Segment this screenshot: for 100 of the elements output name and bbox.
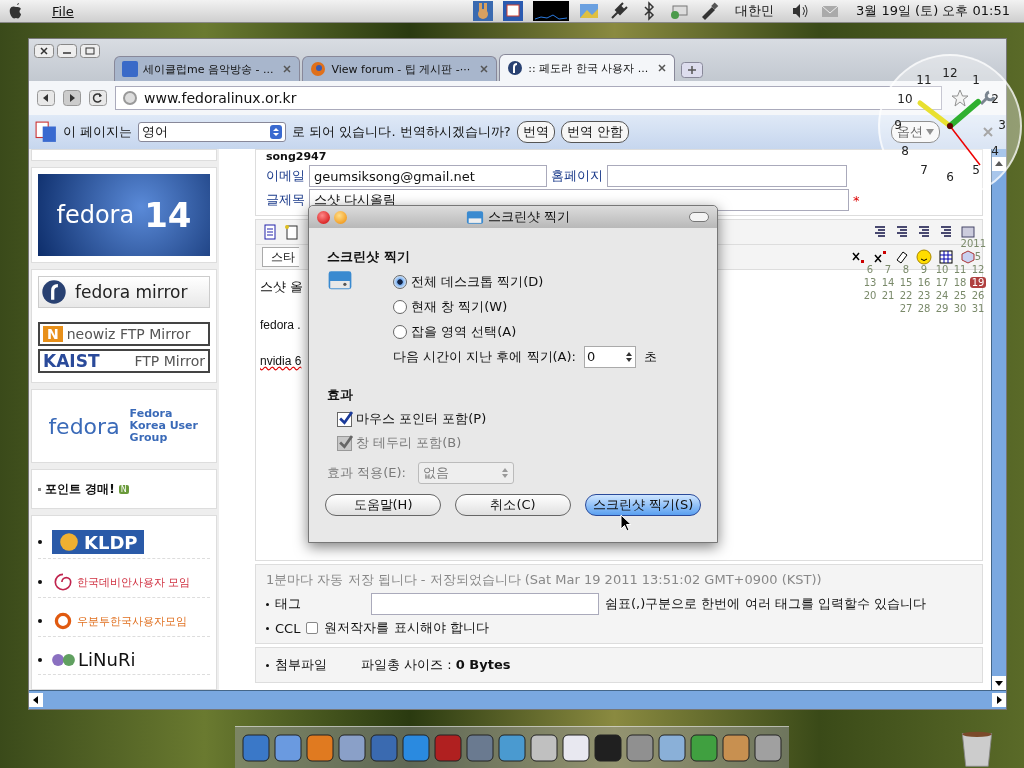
close-icon[interactable] <box>34 44 54 58</box>
bullet-icon <box>38 657 42 662</box>
calendar-day[interactable]: 30 <box>952 303 968 314</box>
calendar-day[interactable]: 19 <box>970 277 986 288</box>
wrench-icon[interactable] <box>978 88 998 108</box>
calendar-day[interactable]: 22 <box>898 290 914 301</box>
list-icon[interactable] <box>872 224 888 240</box>
dialog-button[interactable]: 도움말(H) <box>325 494 441 516</box>
maximize-icon[interactable] <box>80 44 100 58</box>
checkbox[interactable] <box>337 411 352 427</box>
language-select[interactable]: 영어 <box>138 122 287 142</box>
ccl-checkbox[interactable] <box>306 622 319 634</box>
calendar-day[interactable]: 12 <box>970 264 986 275</box>
favicon-icon <box>310 61 327 77</box>
calendar-day[interactable]: 7 <box>880 264 896 275</box>
calendar-day[interactable]: 6 <box>862 264 878 275</box>
notice-link[interactable]: 포인트 경매! <box>45 480 115 498</box>
smiley-icon[interactable] <box>916 249 932 265</box>
kldp-link[interactable]: KLDP <box>52 530 144 554</box>
window-icon[interactable] <box>503 1 524 21</box>
menubar-clock[interactable]: 3월 19일 (토) 오후 01:51 <box>856 2 1010 20</box>
plug-icon[interactable] <box>609 1 630 21</box>
list-icon[interactable] <box>916 224 932 240</box>
site-link[interactable]: 한국데비안사용자 모임 <box>52 571 191 593</box>
radio-option[interactable]: 잡을 영역 선택(A) <box>393 322 657 341</box>
apple-icon[interactable] <box>8 2 24 20</box>
editor-text: 스샷 올 <box>260 278 303 296</box>
radio-option[interactable]: 현재 창 찍기(W) <box>393 297 657 316</box>
cube-icon[interactable] <box>960 249 976 265</box>
translate-button[interactable]: 번역 안함 <box>560 121 629 143</box>
calendar-day[interactable]: 31 <box>970 303 986 314</box>
radio-option[interactable]: 전체 데스크톱 찍기(D) <box>393 272 657 291</box>
dialog-button[interactable]: 스크린샷 찍기(S) <box>585 494 701 516</box>
caret-icon <box>926 129 934 135</box>
calendar-day[interactable]: 8 <box>898 264 914 275</box>
window-icon[interactable] <box>960 224 976 240</box>
calendar-day[interactable]: 11 <box>952 264 968 275</box>
superscript-icon[interactable] <box>872 249 888 265</box>
calendar-day[interactable]: 17 <box>934 277 950 288</box>
mirror-link[interactable]: N neowiz FTP Mirror <box>38 322 210 346</box>
forward-button[interactable] <box>63 90 81 106</box>
calendar-day[interactable]: 9 <box>916 264 932 275</box>
calendar-day[interactable]: 20 <box>862 290 878 301</box>
scroll-left-button[interactable] <box>29 693 43 707</box>
calendar-day[interactable]: 5 <box>970 251 986 262</box>
calendar-day[interactable]: 29 <box>934 303 950 314</box>
site-link[interactable]: 우분투한국사용자모임 <box>52 610 187 632</box>
toolbar-toggle-button[interactable] <box>689 212 709 222</box>
stepper-arrows-icon <box>270 125 283 139</box>
calendar-day[interactable]: 21 <box>880 290 896 301</box>
calendar-day[interactable]: 28 <box>916 303 932 314</box>
eraser-icon[interactable] <box>894 249 910 265</box>
calendar-day[interactable]: 16 <box>916 277 932 288</box>
site-link[interactable]: LiNuRi <box>52 649 136 670</box>
list-icon[interactable] <box>894 224 910 240</box>
calendar-day[interactable]: 26 <box>970 290 986 301</box>
back-button[interactable] <box>37 90 55 106</box>
translate-button[interactable]: 번역 <box>516 121 555 143</box>
scroll-right-button[interactable] <box>992 693 1006 707</box>
calendar-day[interactable]: 10 <box>934 264 950 275</box>
tag-hint: 쉼표(,)구분으로 한번에 여러 태그를 입력할수 있습니다 <box>605 595 926 613</box>
browser-tab[interactable]: View forum - 팁 게시판 -··· <box>302 56 498 81</box>
input-method-label[interactable]: 대한민 <box>735 2 775 20</box>
new-page-icon[interactable] <box>284 224 300 240</box>
calendar-day[interactable]: 24 <box>934 290 950 301</box>
dialog-button[interactable]: 취소(C) <box>455 494 571 516</box>
fedora-banner[interactable]: fedora 14 <box>38 174 210 256</box>
style-select[interactable]: 스타 <box>262 247 299 267</box>
reload-button[interactable] <box>89 90 107 106</box>
tag-field[interactable] <box>371 593 599 615</box>
horizontal-scrollbar[interactable] <box>29 690 1006 709</box>
checkbox-option[interactable]: 마우스 포인터 포함(P) <box>337 410 487 428</box>
file-menu[interactable]: File <box>52 3 74 19</box>
scroll-down-button[interactable] <box>992 676 1006 690</box>
delay-spinner[interactable]: 0 <box>583 345 636 368</box>
calendar-day[interactable]: 15 <box>898 277 914 288</box>
calendar-day[interactable]: 18 <box>952 277 968 288</box>
close-icon[interactable] <box>657 63 668 73</box>
calendar-day[interactable]: 14 <box>880 277 896 288</box>
fedora-mirror-banner[interactable]: fedora mirror <box>38 276 210 308</box>
calendar-day[interactable]: 23 <box>916 290 932 301</box>
table-icon[interactable] <box>938 249 954 265</box>
calendar-year: 2011 <box>959 238 986 249</box>
file-size-text: 파일총 사이즈 : 0 Bytes <box>361 656 511 674</box>
calendar-day[interactable]: 13 <box>862 277 878 288</box>
star-icon[interactable] <box>950 88 970 108</box>
browser-tab[interactable]: 세이클럽me 음악방송 - ... <box>114 56 301 81</box>
calendar-day[interactable]: 27 <box>898 303 914 314</box>
bullet-icon <box>38 619 42 623</box>
list-icon[interactable] <box>938 224 954 240</box>
mirror-link[interactable]: KAIST FTP Mirror <box>38 349 210 373</box>
attachment-label: 첨부파일 <box>275 656 328 674</box>
text-field[interactable] <box>607 165 847 187</box>
new-tab-button[interactable] <box>681 62 704 78</box>
scroll-up-button[interactable] <box>992 157 1006 171</box>
browser-tab[interactable]: :: 페도라 한국 사용자 ... <box>499 54 676 81</box>
picture-icon[interactable] <box>579 1 600 21</box>
calendar-day[interactable]: 25 <box>952 290 968 301</box>
text-field[interactable]: geumsiksong@gmail.net <box>309 165 547 187</box>
minimize-icon[interactable] <box>57 44 77 58</box>
